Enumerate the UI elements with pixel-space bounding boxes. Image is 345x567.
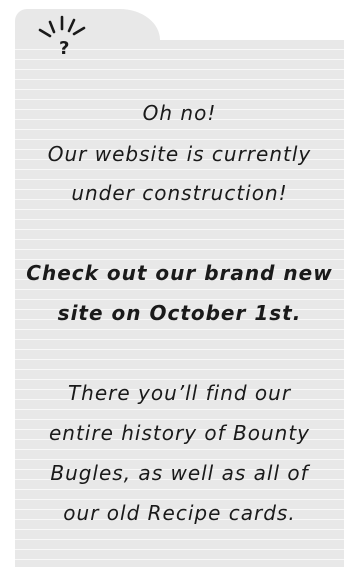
folder-card: Oh no! Our website is currently under co…	[0, 0, 345, 567]
details-line-1: There you’ll find our	[67, 381, 292, 405]
details-line-4: our old Recipe cards.	[63, 501, 296, 525]
svg-text:?: ?	[59, 38, 69, 59]
cta-line-2: site on October 1st.	[57, 301, 302, 325]
details-line-3: Bugles, as well as all of	[50, 461, 309, 485]
intro-line-2: Our website is currently	[47, 142, 312, 166]
details-line-2: entire history of Bounty	[48, 421, 311, 445]
intro-line-1: Oh no!	[142, 101, 217, 125]
lined-card: Oh no! Our website is currently under co…	[15, 40, 344, 567]
question-burst-icon: ?	[38, 15, 86, 59]
cta-line-1: Check out our brand new	[26, 261, 333, 285]
intro-line-3: under construction!	[71, 181, 288, 205]
